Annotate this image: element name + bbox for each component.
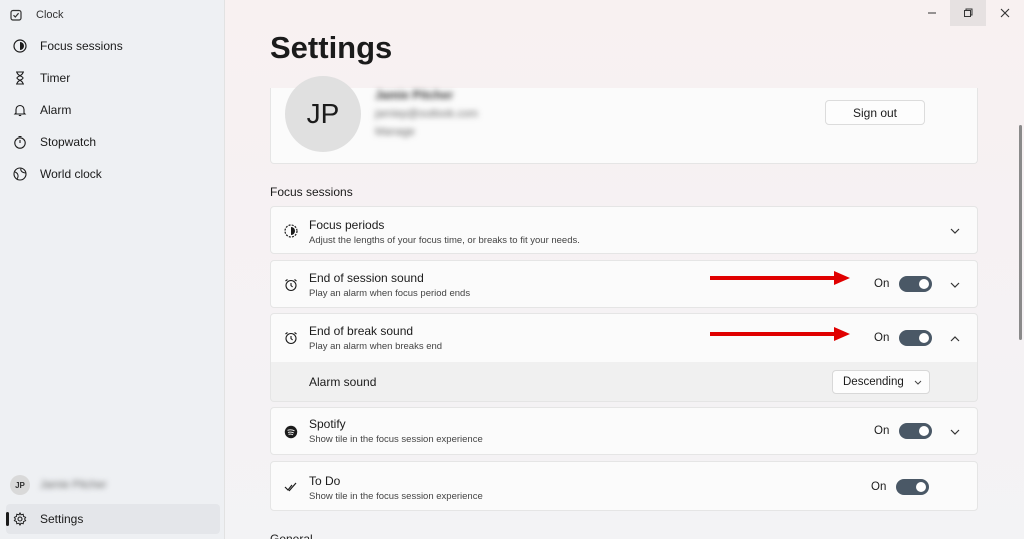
sidebar-item-alarm[interactable]: Alarm xyxy=(6,95,220,125)
toggle-state-label: On xyxy=(874,425,890,437)
focus-periods-card[interactable]: Focus periods Adjust the lengths of your… xyxy=(270,206,978,254)
page-title: Settings xyxy=(270,30,393,65)
spotify-card[interactable]: Spotify Show tile in the focus session e… xyxy=(270,407,978,455)
sidebar-user[interactable]: JP Jamie Pitcher xyxy=(6,472,220,498)
card-subtitle: Show tile in the focus session experienc… xyxy=(309,491,483,502)
avatar: JP xyxy=(10,475,30,495)
main-content: Settings JP Jamie Pitcher jamiep@outlook… xyxy=(225,0,1024,539)
spotify-icon xyxy=(283,424,299,440)
toggle-state-label: On xyxy=(874,332,890,344)
section-heading: Focus sessions xyxy=(270,185,353,199)
sidebar-item-label: World clock xyxy=(40,167,102,181)
sidebar-item-label: Settings xyxy=(40,512,84,526)
app-title-text: Clock xyxy=(36,9,64,21)
card-title: Spotify xyxy=(309,417,346,431)
spotify-toggle[interactable] xyxy=(899,423,932,439)
profile-email: jamiep@outlook.com xyxy=(375,108,478,120)
sidebar-item-label: Focus sessions xyxy=(40,39,123,53)
focus-icon xyxy=(283,223,299,239)
sidebar-item-stopwatch[interactable]: Stopwatch xyxy=(6,127,220,157)
app-title: Clock xyxy=(10,6,64,24)
chevron-down-icon xyxy=(914,380,922,385)
clock-app-icon xyxy=(10,9,22,21)
close-button[interactable] xyxy=(987,0,1023,26)
sidebar: Clock Focus sessions Timer Alarm Stopwat… xyxy=(0,0,225,539)
check-icon xyxy=(283,479,299,495)
hourglass-icon xyxy=(12,70,28,86)
card-subtitle: Play an alarm when focus period ends xyxy=(309,288,471,299)
avatar: JP xyxy=(285,76,361,152)
sidebar-item-timer[interactable]: Timer xyxy=(6,63,220,93)
card-subtitle: Play an alarm when breaks end xyxy=(309,341,443,352)
chevron-down-icon[interactable] xyxy=(949,225,961,237)
chevron-down-icon[interactable] xyxy=(949,426,961,438)
sidebar-item-label: Alarm xyxy=(40,103,72,117)
card-subtitle: Adjust the lengths of your focus time, o… xyxy=(309,235,580,246)
profile-card: JP Jamie Pitcher jamiep@outlook.com Mana… xyxy=(270,76,978,164)
chevron-down-icon[interactable] xyxy=(949,279,961,291)
user-name: Jamie Pitcher xyxy=(40,479,107,491)
focus-icon xyxy=(12,38,28,54)
dropdown-value: Descending xyxy=(843,376,904,388)
scrollbar[interactable] xyxy=(1019,125,1022,340)
profile-manage-link[interactable]: Manage xyxy=(375,126,478,138)
sidebar-item-label: Timer xyxy=(40,71,71,85)
alarm-clock-icon xyxy=(283,277,299,293)
alarm-sound-dropdown[interactable]: Descending xyxy=(832,370,930,394)
toggle-state-label: On xyxy=(871,481,887,493)
card-title: End of break sound xyxy=(309,324,414,338)
restore-button[interactable] xyxy=(950,0,986,26)
card-title: To Do xyxy=(309,474,341,488)
to-do-card[interactable]: To Do Show tile in the focus session exp… xyxy=(270,461,978,511)
end-of-break-sound-card[interactable]: End of break sound Play an alarm when br… xyxy=(270,313,978,363)
alarm-sound-label: Alarm sound xyxy=(309,375,377,389)
sidebar-item-settings[interactable]: Settings xyxy=(6,504,220,534)
end-of-break-sound-toggle[interactable] xyxy=(899,330,932,346)
chevron-up-icon[interactable] xyxy=(949,333,961,345)
sidebar-item-world-clock[interactable]: World clock xyxy=(6,159,220,189)
card-subtitle: Show tile in the focus session experienc… xyxy=(309,434,483,445)
minimize-button[interactable] xyxy=(914,0,950,26)
profile-info: Jamie Pitcher jamiep@outlook.com Manage xyxy=(375,88,478,144)
annotation-arrow xyxy=(710,327,850,341)
alarm-sound-row: Alarm sound Descending xyxy=(270,362,978,402)
card-title: End of session sound xyxy=(309,271,424,285)
sidebar-item-label: Stopwatch xyxy=(40,135,97,149)
profile-name: Jamie Pitcher xyxy=(375,88,454,102)
globe-icon xyxy=(12,166,28,182)
gear-icon xyxy=(12,511,28,527)
active-indicator xyxy=(6,512,9,526)
bell-icon xyxy=(12,102,28,118)
next-section-heading: General xyxy=(270,532,313,539)
alarm-clock-icon xyxy=(283,330,299,346)
sign-out-button[interactable]: Sign out xyxy=(825,100,925,125)
stopwatch-icon xyxy=(12,134,28,150)
annotation-arrow xyxy=(710,271,850,285)
to-do-toggle[interactable] xyxy=(896,479,929,495)
toggle-state-label: On xyxy=(874,278,890,290)
end-of-session-sound-card[interactable]: End of session sound Play an alarm when … xyxy=(270,260,978,308)
sidebar-item-focus-sessions[interactable]: Focus sessions xyxy=(6,31,220,61)
end-of-session-sound-toggle[interactable] xyxy=(899,276,932,292)
card-title: Focus periods xyxy=(309,218,385,232)
